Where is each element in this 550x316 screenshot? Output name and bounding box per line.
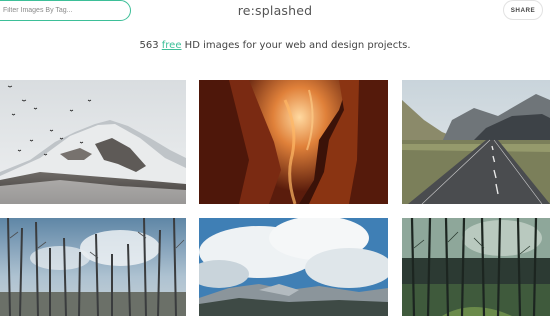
- site-logo[interactable]: re:splashed: [238, 3, 313, 18]
- tag-filter-input[interactable]: [3, 7, 130, 14]
- tag-filter-search[interactable]: [0, 0, 131, 21]
- gallery-image-dense-forest[interactable]: [402, 218, 550, 316]
- page-tagline: 563 free HD images for your web and desi…: [0, 40, 550, 51]
- gallery-image-snowy-mountain[interactable]: [0, 80, 186, 204]
- dense-forest-image: [402, 218, 550, 316]
- clouds-mountain-image: [199, 218, 388, 316]
- share-button[interactable]: SHARE: [503, 0, 543, 20]
- image-count: 563: [139, 40, 159, 51]
- gallery-image-burnt-forest[interactable]: [0, 218, 186, 316]
- road-image: [402, 80, 550, 204]
- gallery-image-clouds-mountain[interactable]: [199, 218, 388, 316]
- gallery-image-road[interactable]: [402, 80, 550, 204]
- canyon-image: [199, 80, 388, 204]
- tagline-text: HD images for your web and design projec…: [184, 40, 411, 51]
- free-link[interactable]: free: [162, 40, 182, 51]
- snowy-mountain-image: [0, 80, 186, 204]
- gallery-image-canyon[interactable]: [199, 80, 388, 204]
- burnt-forest-image: [0, 218, 186, 316]
